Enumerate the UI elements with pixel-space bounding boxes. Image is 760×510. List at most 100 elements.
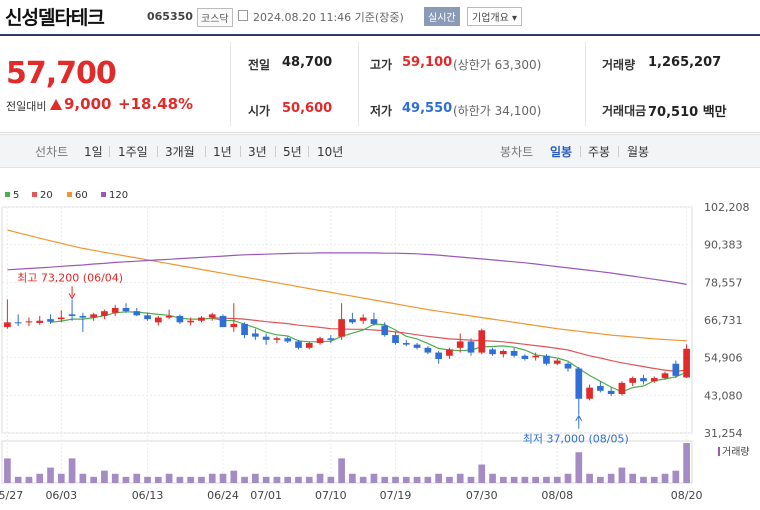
volume-bar — [381, 476, 389, 483]
candle-body — [402, 343, 410, 345]
x-tick-label: 07/10 — [315, 489, 347, 502]
volume-bar — [4, 458, 11, 483]
ma-line-5 — [50, 311, 687, 393]
x-tick-label: 06/13 — [132, 489, 164, 502]
x-tick-label: 07/30 — [466, 489, 498, 502]
y-tick-label: 78,557 — [704, 276, 743, 289]
candle-body — [435, 352, 442, 359]
volume-bar — [14, 476, 22, 483]
volume-bar — [564, 473, 572, 483]
volume-bar — [650, 476, 658, 483]
volume-bar — [36, 473, 44, 483]
x-tick-label: 08/20 — [671, 489, 703, 502]
volume-bar — [543, 476, 550, 483]
volume-legend-mark — [718, 447, 720, 456]
volume-bar — [553, 476, 561, 483]
volume-bar — [338, 458, 345, 483]
candle-body — [349, 319, 356, 323]
volume-bar — [672, 470, 680, 483]
candle-body — [661, 373, 669, 379]
volume-bar — [219, 473, 227, 483]
volume-bar — [575, 452, 583, 483]
volume-bar — [435, 473, 442, 483]
x-tick-label: 06/24 — [207, 489, 239, 502]
candle-body — [370, 319, 378, 324]
volume-bar — [241, 476, 248, 483]
candle-body — [338, 319, 345, 337]
volume-bar — [252, 473, 259, 483]
volume-bar — [144, 476, 151, 483]
volume-bar — [284, 476, 292, 483]
volume-bar — [122, 476, 130, 483]
candle-body — [47, 319, 54, 322]
candle-body — [79, 315, 87, 318]
candle-body — [68, 314, 76, 316]
volume-bar — [101, 470, 108, 483]
volume-bar — [446, 476, 453, 483]
candle-body — [133, 311, 141, 316]
candle-body — [586, 387, 593, 399]
candle-body — [446, 349, 453, 356]
candle-body — [424, 347, 432, 353]
candle-body — [57, 317, 65, 320]
volume-bar — [198, 476, 205, 483]
volume-bar — [316, 473, 324, 483]
candle-body — [154, 317, 162, 323]
volume-bar — [629, 473, 637, 483]
y-tick-label: 31,254 — [704, 427, 743, 440]
candle-body — [14, 322, 22, 324]
volume-bar — [607, 473, 615, 483]
min-annotation: 최저 37,000 (08/05) — [523, 433, 629, 446]
candle-body — [219, 315, 227, 328]
candle-body — [413, 344, 421, 348]
candle-body — [111, 307, 119, 313]
candle-body — [532, 355, 540, 358]
candle-body — [359, 317, 367, 321]
max-annotation: 최고 73,200 (06/04) — [17, 271, 123, 284]
volume-bar — [154, 476, 162, 483]
candle-body — [295, 341, 302, 348]
candle-body — [36, 320, 44, 323]
candle-body — [543, 355, 550, 364]
volume-bar — [68, 458, 76, 483]
volume-bar — [349, 473, 356, 483]
volume-bar — [133, 473, 141, 483]
candlestick-chart: 102,208 90,383 78,557 66,731 54,906 43,080 31,… — [0, 201, 750, 502]
candle-body — [4, 322, 11, 328]
candle-body — [672, 363, 680, 376]
x-tick-label: 06/03 — [45, 489, 77, 502]
volume-bar — [467, 476, 475, 483]
candle-body — [553, 360, 561, 364]
volume-bar — [499, 476, 507, 483]
volume-bar — [521, 476, 529, 483]
candle-body — [521, 355, 529, 359]
candle-body — [650, 378, 658, 382]
volume-bar — [683, 443, 690, 483]
volume-bar — [25, 476, 33, 483]
volume-bar — [208, 473, 216, 483]
candle-body — [230, 323, 238, 328]
candle-body — [198, 317, 205, 321]
candle-body — [284, 338, 292, 342]
y-tick-label: 43,080 — [704, 389, 743, 402]
candle-body — [208, 314, 216, 318]
candle-body — [607, 390, 615, 394]
candle-body — [489, 349, 496, 355]
ma-line-20 — [212, 317, 687, 373]
volume-bar — [489, 473, 496, 483]
volume-bar — [90, 476, 97, 483]
candle-body — [273, 338, 281, 340]
candle-body — [456, 341, 464, 348]
volume-bar — [305, 476, 313, 483]
y-tick-label: 54,906 — [704, 352, 743, 365]
volume-bar — [640, 476, 647, 483]
volume-bar — [165, 473, 173, 483]
candle-body — [262, 336, 270, 340]
volume-bar — [661, 473, 669, 483]
candle-body — [165, 315, 173, 318]
volume-bar — [295, 476, 302, 483]
candle-body — [510, 350, 518, 356]
candle-body — [640, 378, 647, 382]
y-tick-label: 90,383 — [704, 239, 743, 252]
volume-bar — [230, 470, 238, 483]
